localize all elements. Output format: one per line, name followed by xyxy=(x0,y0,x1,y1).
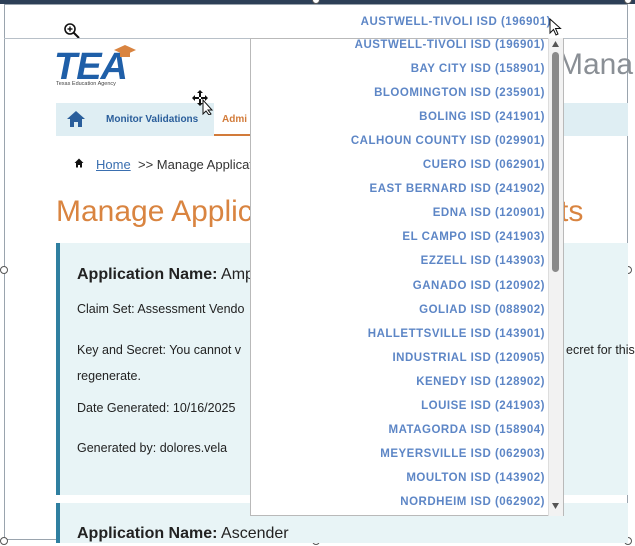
dropdown-option[interactable]: BLOOMINGTON ISD (235901) xyxy=(374,87,545,99)
key-secret-text: You cannot v xyxy=(169,343,242,357)
dropdown-option[interactable]: EAST BERNARD ISD (241902) xyxy=(370,183,545,195)
nav-admin-tab[interactable]: Admi xyxy=(214,103,250,136)
dropdown-option[interactable]: GOLIAD ISD (088902) xyxy=(419,304,545,316)
page-title: Manage Applic xyxy=(56,195,253,228)
application-name-2-label: Application Name: xyxy=(77,525,218,542)
scroll-down-arrow-icon[interactable] xyxy=(551,502,560,510)
dropdown-option[interactable]: MEYERSVILLE ISD (062903) xyxy=(380,448,545,460)
breadcrumb-home-icon xyxy=(74,158,84,168)
header-title: Mana xyxy=(558,48,634,81)
dropdown-option[interactable]: EL CAMPO ISD (241903) xyxy=(402,231,545,243)
mouse-pointer-icon xyxy=(549,18,562,36)
home-icon[interactable] xyxy=(66,110,86,128)
dropdown-option[interactable]: HALLETTSVILLE ISD (143901) xyxy=(368,328,545,340)
key-secret-line2: regenerate. xyxy=(77,369,141,383)
breadcrumb-current: >> Manage Applicat xyxy=(138,157,253,172)
dropdown-option[interactable]: EDNA ISD (120901) xyxy=(433,207,545,219)
application-name-2-value: Ascender xyxy=(221,525,289,542)
district-dropdown-list[interactable]: AUSTWELL-TIVOLI ISD (196901) BAY CITY ISD… xyxy=(250,38,564,516)
graduation-cap-icon xyxy=(114,45,136,57)
dropdown-option[interactable]: KENEDY ISD (128902) xyxy=(416,376,545,388)
application-name-2: Application Name: Ascender xyxy=(77,525,289,543)
resize-handle-left[interactable] xyxy=(0,266,8,274)
dropdown-option[interactable]: CUERO ISD (062901) xyxy=(423,159,545,171)
dropdown-option[interactable]: NORDHEIM ISD (062902) xyxy=(400,496,545,508)
nav-monitor-validations[interactable]: Monitor Validations xyxy=(106,114,198,125)
dropdown-option[interactable]: MOULTON ISD (143902) xyxy=(406,472,545,484)
nav-admin-label: Admi xyxy=(222,114,247,125)
application-name-value: Amp xyxy=(221,266,254,283)
dropdown-option[interactable]: CALHOUN COUNTY ISD (029901) xyxy=(351,135,545,147)
generated-by: Generated by: dolores.vela xyxy=(77,441,228,455)
scrollbar-thumb[interactable] xyxy=(552,52,559,272)
scroll-up-arrow-icon[interactable] xyxy=(551,40,560,48)
logo-subtitle: Texas Education Agency xyxy=(56,81,116,87)
key-secret-right-text: ecret for this xyxy=(566,343,635,357)
dropdown-option[interactable]: GANADO ISD (120902) xyxy=(413,280,545,292)
dropdown-option[interactable]: BAY CITY ISD (158901) xyxy=(411,63,545,75)
district-select-value[interactable]: AUSTWELL-TIVOLI ISD (196901) xyxy=(361,16,551,28)
application-name-label: Application Name: xyxy=(77,266,218,283)
move-cursor-icon xyxy=(192,90,214,115)
dropdown-option[interactable]: EZZELL ISD (143903) xyxy=(421,255,545,267)
resize-handle-bottom-left[interactable] xyxy=(0,537,8,545)
application-name: Application Name: Amp xyxy=(77,266,254,284)
dropdown-option[interactable]: INDUSTRIAL ISD (120905) xyxy=(392,352,545,364)
dropdown-option[interactable]: MATAGORDA ISD (158904) xyxy=(389,424,545,436)
claim-set: Claim Set: Assessment Vendo xyxy=(77,302,245,316)
key-secret-label: Key and Secret: xyxy=(77,343,166,357)
key-secret-line: Key and Secret: You cannot v xyxy=(77,343,241,357)
breadcrumb-home-link[interactable]: Home xyxy=(96,157,131,172)
dropdown-option[interactable]: LOUISE ISD (241903) xyxy=(421,400,545,412)
tea-logo[interactable]: TEA Texas Education Agency xyxy=(54,45,154,92)
date-generated: Date Generated: 10/16/2025 xyxy=(77,401,236,415)
dropdown-option[interactable]: BOLING ISD (241901) xyxy=(419,111,545,123)
dropdown-option[interactable]: AUSTWELL-TIVOLI ISD (196901) xyxy=(355,39,545,51)
